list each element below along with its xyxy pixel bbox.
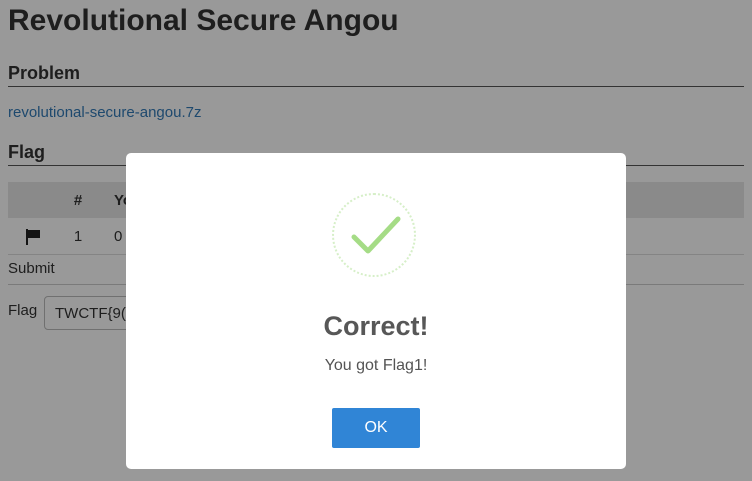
success-circle	[332, 193, 416, 277]
dialog-message: You got Flag1!	[324, 357, 428, 374]
success-dialog: Correct! You got Flag1! OK	[126, 153, 626, 469]
checkmark-icon	[351, 216, 401, 254]
ok-button[interactable]: OK	[332, 408, 420, 448]
dialog-title: Correct!	[323, 311, 429, 341]
